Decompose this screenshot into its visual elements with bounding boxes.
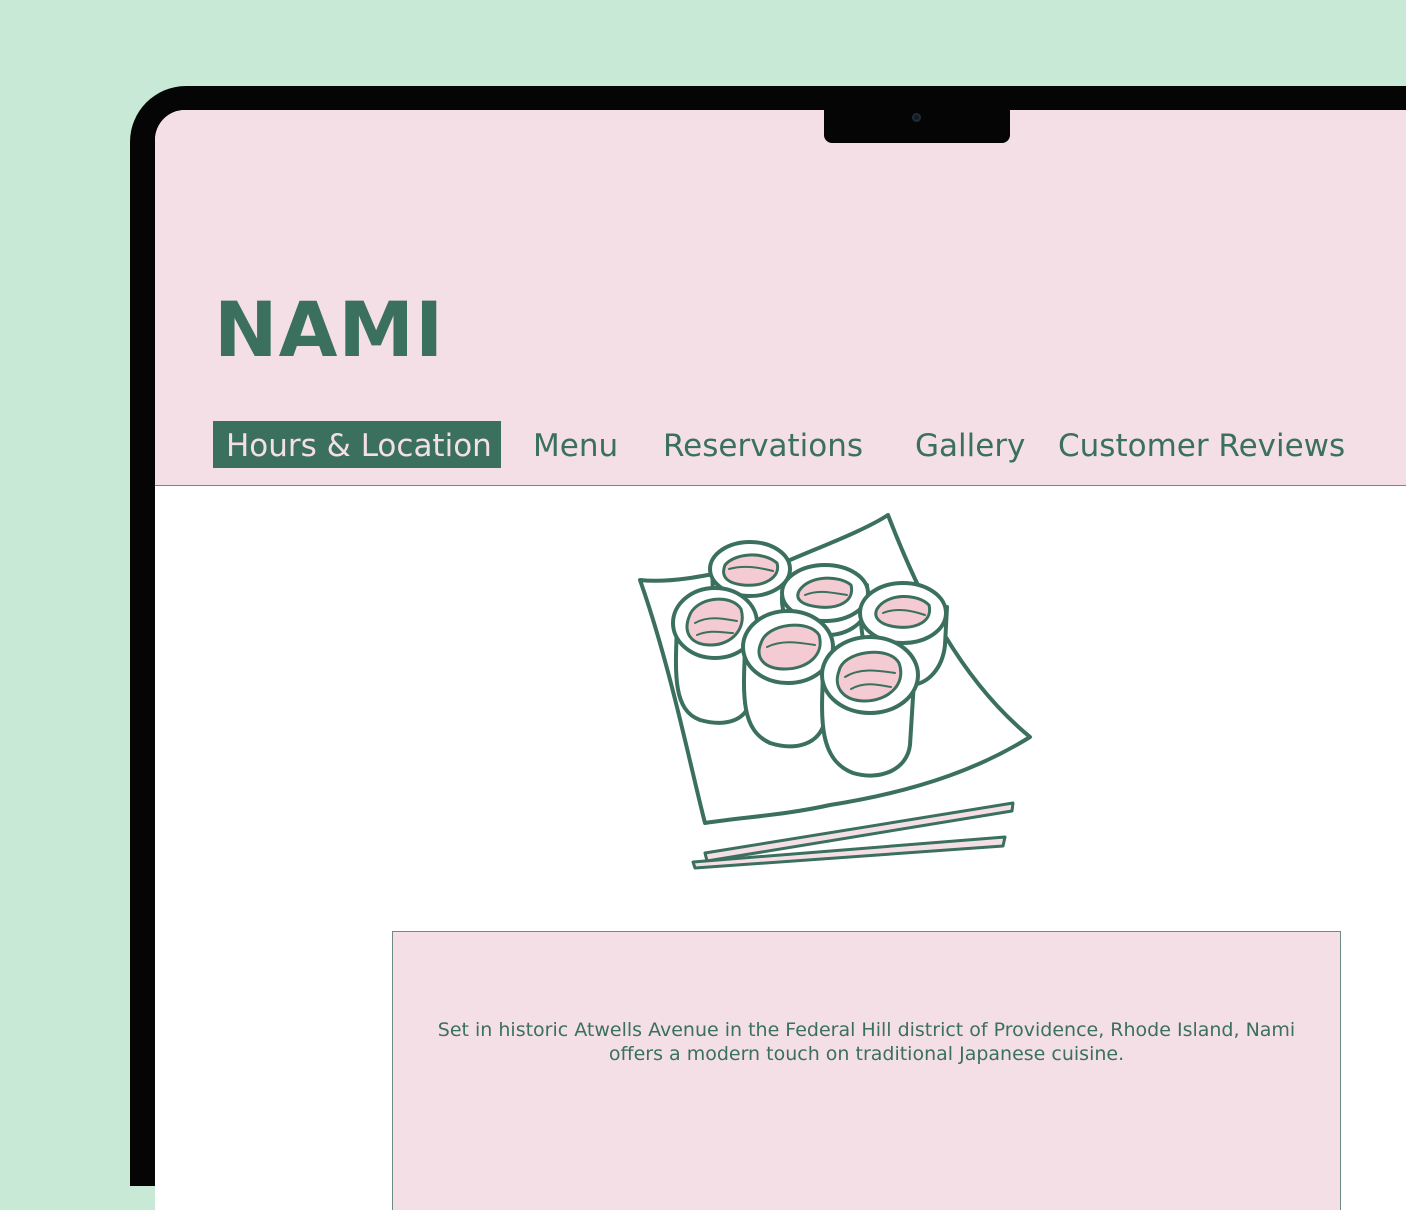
nav-menu[interactable]: Menu: [533, 421, 618, 468]
nav-reservations[interactable]: Reservations: [663, 421, 863, 468]
camera-notch: [824, 110, 1010, 143]
site-header: NAMI Hours & Location Menu Reservations …: [155, 110, 1406, 486]
nav-hours-location[interactable]: Hours & Location: [213, 421, 501, 468]
chopsticks: [691, 801, 1015, 870]
site-logo-title[interactable]: NAMI: [214, 292, 444, 368]
camera-icon: [912, 113, 921, 122]
about-text: Set in historic Atwells Avenue in the Fe…: [437, 1019, 1296, 1065]
browser-viewport: NAMI Hours & Location Menu Reservations …: [155, 110, 1406, 1210]
sushi-illustration: [638, 513, 1032, 870]
nav-customer-reviews[interactable]: Customer Reviews: [1058, 421, 1345, 468]
sushi-roll: [820, 635, 920, 778]
about-section: Set in historic Atwells Avenue in the Fe…: [392, 931, 1341, 1210]
sushi-roll: [741, 609, 835, 749]
nav-gallery[interactable]: Gallery: [915, 421, 1025, 468]
